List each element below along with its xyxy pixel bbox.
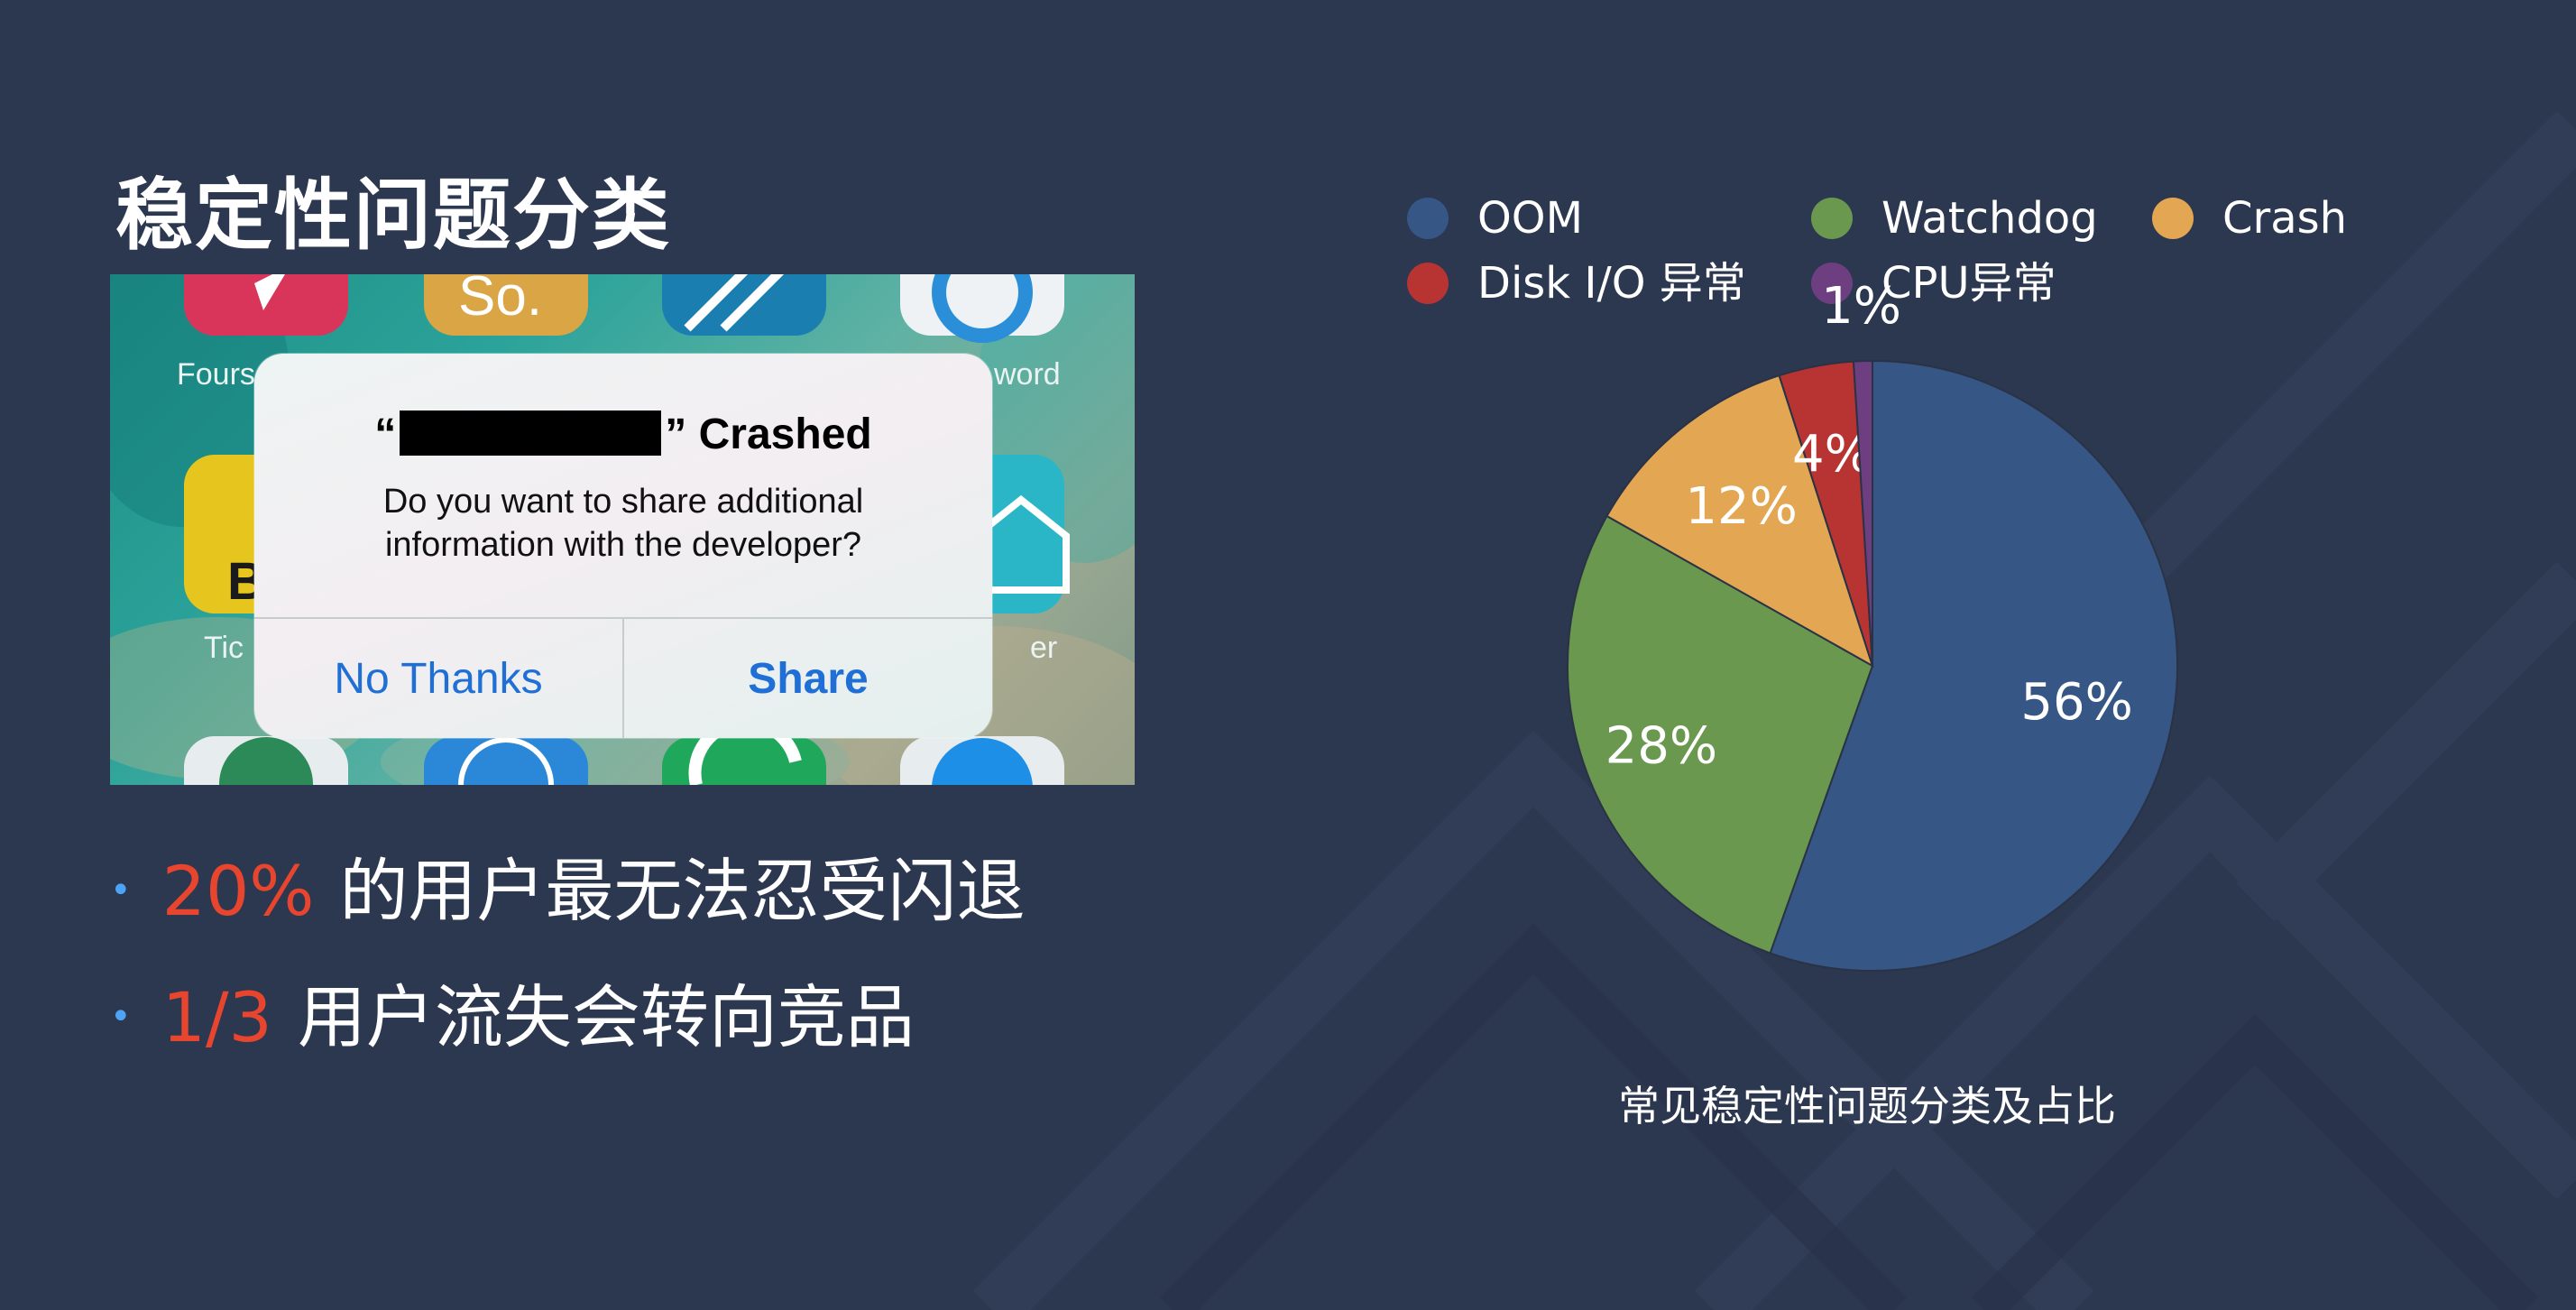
pie-data-label: 28% — [1605, 717, 1717, 776]
chart-caption: 常见稳定性问题分类及占比 — [1618, 1082, 2116, 1130]
pie-data-label: 12% — [1685, 477, 1797, 536]
pie-data-label: 1% — [1821, 277, 1901, 336]
pie-data-label: 56% — [2020, 673, 2132, 732]
